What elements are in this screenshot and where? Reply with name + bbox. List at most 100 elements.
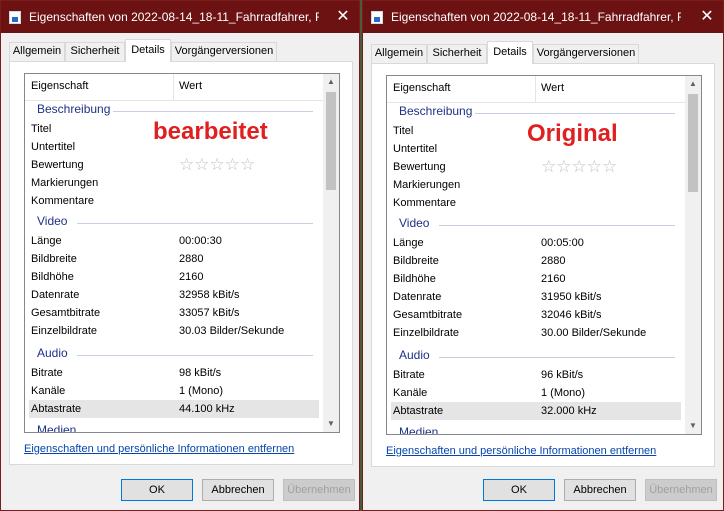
property-name: Abtastrate <box>31 403 82 415</box>
group-header-media[interactable]: Medien <box>387 423 685 434</box>
property-value: 1 (Mono) <box>541 387 586 399</box>
property-row[interactable]: Gesamtbitrate 32046 kBit/s <box>387 306 685 324</box>
property-row[interactable]: Bildhöhe 2160 <box>387 270 685 288</box>
rating-stars-icon[interactable]: ☆☆☆☆☆ <box>179 156 255 174</box>
scroll-up-arrow-icon[interactable]: ▲ <box>685 76 701 92</box>
property-name: Bewertung <box>31 159 84 171</box>
tab-vorgaengerversionen[interactable]: Vorgängerversionen <box>171 42 277 61</box>
tab-details[interactable]: Details <box>125 39 171 62</box>
column-property[interactable]: Eigenschaft <box>31 80 88 92</box>
property-row[interactable]: Kanäle 1 (Mono) <box>25 382 323 400</box>
group-divider <box>439 225 675 226</box>
column-divider[interactable] <box>535 76 536 102</box>
property-row[interactable]: Bitrate 98 kBit/s <box>25 364 323 382</box>
tab-allgemein[interactable]: Allgemein <box>9 42 65 61</box>
column-value[interactable]: Wert <box>541 82 564 94</box>
group-label: Medien <box>37 423 77 432</box>
scroll-down-arrow-icon[interactable]: ▼ <box>323 416 339 432</box>
property-row-selected[interactable]: Abtastrate 32.000 kHz <box>391 402 681 420</box>
group-header-video[interactable]: Video <box>25 212 323 232</box>
ok-button[interactable]: OK <box>483 479 555 501</box>
group-header-description[interactable]: Beschreibung <box>25 100 323 120</box>
vertical-scrollbar[interactable]: ▲ ▼ <box>685 76 701 434</box>
property-row[interactable]: Gesamtbitrate 33057 kBit/s <box>25 304 323 322</box>
window-title: Eigenschaften von 2022-08-14_18-11_Fahrr… <box>391 10 681 24</box>
apply-button[interactable]: Übernehmen <box>283 479 355 501</box>
file-properties-icon <box>371 11 383 24</box>
details-panel: Eigenschaft Wert Beschreibung Titel Unte… <box>371 63 715 467</box>
group-divider <box>113 111 313 112</box>
property-name: Kanäle <box>31 385 66 397</box>
tab-vorgaengerversionen[interactable]: Vorgängerversionen <box>533 44 639 63</box>
property-name: Einzelbildrate <box>31 325 98 337</box>
property-name: Bildbreite <box>393 255 439 267</box>
property-row[interactable]: Bewertung ☆☆☆☆☆ <box>25 156 323 174</box>
property-row[interactable]: Bildbreite 2880 <box>387 252 685 270</box>
apply-button[interactable]: Übernehmen <box>645 479 717 501</box>
property-list[interactable]: Eigenschaft Wert Beschreibung Titel Unte… <box>386 75 702 435</box>
property-row[interactable]: Datenrate 32958 kBit/s <box>25 286 323 304</box>
group-divider <box>475 113 675 114</box>
property-row[interactable]: Einzelbildrate 30.00 Bilder/Sekunde <box>387 324 685 342</box>
column-value[interactable]: Wert <box>179 80 202 92</box>
scroll-thumb[interactable] <box>688 94 698 192</box>
property-row[interactable]: Datenrate 31950 kBit/s <box>387 288 685 306</box>
scroll-thumb[interactable] <box>326 92 336 190</box>
property-value: 33057 kBit/s <box>179 307 240 319</box>
property-name: Markierungen <box>393 179 461 191</box>
cancel-button[interactable]: Abbrechen <box>564 479 636 501</box>
group-header-video[interactable]: Video <box>387 214 685 234</box>
property-value: 00:05:00 <box>541 237 584 249</box>
group-label: Video <box>399 216 430 230</box>
group-header-media[interactable]: Medien <box>25 421 323 432</box>
remove-properties-link[interactable]: Eigenschaften und persönliche Informatio… <box>386 445 656 457</box>
property-row[interactable]: Kommentare <box>25 192 323 210</box>
property-row[interactable]: Markierungen <box>25 174 323 192</box>
property-row[interactable]: Bitrate 96 kBit/s <box>387 366 685 384</box>
property-name: Einzelbildrate <box>393 327 460 339</box>
property-name: Bildhöhe <box>31 271 74 283</box>
group-header-audio[interactable]: Audio <box>25 344 323 364</box>
tab-allgemein[interactable]: Allgemein <box>371 44 427 63</box>
ok-button[interactable]: OK <box>121 479 193 501</box>
property-row-selected[interactable]: Abtastrate 44.100 kHz <box>29 400 319 418</box>
property-name: Untertitel <box>393 143 438 155</box>
column-divider[interactable] <box>173 74 174 100</box>
property-row[interactable]: Markierungen <box>387 176 685 194</box>
scroll-down-arrow-icon[interactable]: ▼ <box>685 418 701 434</box>
tab-details[interactable]: Details <box>487 41 533 64</box>
group-label: Video <box>37 214 68 228</box>
title-bar[interactable]: Eigenschaften von 2022-08-14_18-11_Fahrr… <box>363 1 723 33</box>
details-panel: Eigenschaft Wert Beschreibung Titel Unte… <box>9 61 353 465</box>
close-button[interactable]: ✕ <box>697 7 717 27</box>
group-header-description[interactable]: Beschreibung <box>387 102 685 122</box>
property-value: 00:00:30 <box>179 235 222 247</box>
cancel-button[interactable]: Abbrechen <box>202 479 274 501</box>
tab-sicherheit[interactable]: Sicherheit <box>65 42 125 61</box>
property-row[interactable]: Bewertung ☆☆☆☆☆ <box>387 158 685 176</box>
remove-properties-link[interactable]: Eigenschaften und persönliche Informatio… <box>24 443 294 455</box>
vertical-scrollbar[interactable]: ▲ ▼ <box>323 74 339 432</box>
property-list[interactable]: Eigenschaft Wert Beschreibung Titel Unte… <box>24 73 340 433</box>
column-property[interactable]: Eigenschaft <box>393 82 450 94</box>
property-row[interactable]: Bildbreite 2880 <box>25 250 323 268</box>
property-row[interactable]: Kanäle 1 (Mono) <box>387 384 685 402</box>
property-name: Kommentare <box>31 195 94 207</box>
property-name: Bewertung <box>393 161 446 173</box>
property-name: Länge <box>31 235 62 247</box>
property-value: 30.03 Bilder/Sekunde <box>179 325 285 337</box>
tab-sicherheit[interactable]: Sicherheit <box>427 44 487 63</box>
property-value: 1 (Mono) <box>179 385 224 397</box>
file-properties-icon <box>9 11 21 24</box>
property-row[interactable]: Bildhöhe 2160 <box>25 268 323 286</box>
property-row[interactable]: Einzelbildrate 30.03 Bilder/Sekunde <box>25 322 323 340</box>
group-header-audio[interactable]: Audio <box>387 346 685 366</box>
title-bar[interactable]: Eigenschaften von 2022-08-14_18-11_Fahrr… <box>1 1 359 33</box>
scroll-up-arrow-icon[interactable]: ▲ <box>323 74 339 90</box>
property-row[interactable]: Kommentare <box>387 194 685 212</box>
close-button[interactable]: ✕ <box>333 7 353 27</box>
property-row[interactable]: Länge 00:05:00 <box>387 234 685 252</box>
property-row[interactable]: Länge 00:00:30 <box>25 232 323 250</box>
property-name: Bitrate <box>393 369 425 381</box>
rating-stars-icon[interactable]: ☆☆☆☆☆ <box>541 158 617 176</box>
